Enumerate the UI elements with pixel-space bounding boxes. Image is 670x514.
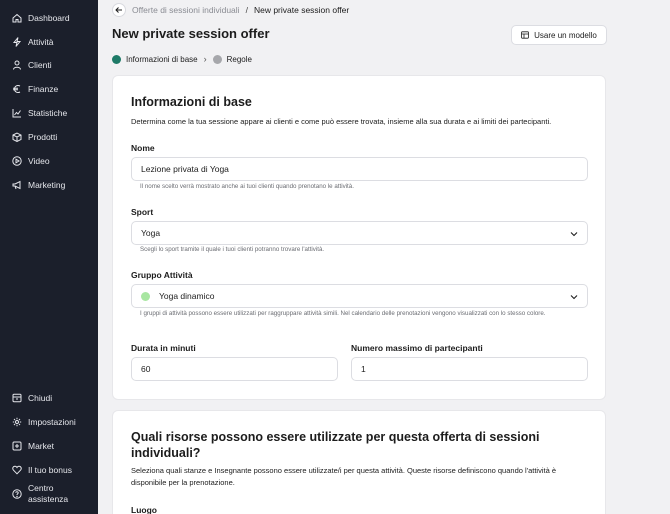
home-icon	[12, 13, 22, 23]
activity-group-label: Gruppo Attività	[131, 270, 193, 280]
basic-info-title: Informazioni di base	[131, 95, 252, 109]
activity-group-hint: I gruppi di attività possono essere util…	[140, 310, 546, 317]
sidebar-item-clienti[interactable]: Clienti	[12, 57, 52, 73]
sidebar-item-bonus[interactable]: Il tuo bonus	[12, 462, 72, 478]
page-title: New private session offer	[112, 26, 270, 41]
breadcrumb-separator: /	[245, 5, 248, 15]
max-participants-input[interactable]: 1	[351, 357, 588, 381]
sidebar-item-label: Impostazioni	[28, 417, 76, 427]
box-icon	[12, 132, 22, 142]
sidebar-item-market[interactable]: Market	[12, 438, 54, 454]
user-icon	[13, 60, 21, 70]
euro-icon	[13, 84, 21, 94]
play-icon	[12, 156, 22, 166]
step-indicator-inactive	[212, 54, 222, 64]
duration-input-value: 60	[141, 364, 151, 374]
sidebar-item-label: Video	[28, 156, 50, 166]
template-icon	[521, 31, 530, 39]
activity-group-select[interactable]: Yoga dinamico	[131, 284, 588, 308]
breadcrumb-current: New private session offer	[253, 5, 350, 15]
sidebar-item-label: Il tuo bonus	[28, 465, 72, 475]
group-color-swatch	[141, 291, 150, 301]
sidebar-item-dashboard[interactable]: Dashboard	[12, 10, 70, 26]
arrow-left-icon	[115, 7, 122, 13]
name-hint: Il nome scelto verrà mostrato anche ai t…	[140, 183, 354, 190]
sidebar-item-label: Marketing	[28, 180, 66, 190]
chevron-down-icon	[570, 232, 578, 237]
sidebar-item-attivita[interactable]: Attività	[12, 34, 54, 50]
back-button[interactable]	[112, 3, 126, 17]
sidebar-item-label: Prodotti	[28, 132, 58, 142]
sidebar-item-label: Attività	[28, 37, 54, 47]
duration-label: Durata in minuti	[131, 343, 196, 353]
name-label: Nome	[131, 143, 155, 153]
resources-card: Quali risorse possono essere utilizzate …	[112, 410, 606, 514]
breadcrumb: Offerte di sessioni individuali / New pr…	[112, 3, 349, 17]
sidebar: Dashboard Attività Clienti Finanze Stati…	[0, 0, 98, 514]
step-indicator-active	[112, 54, 121, 64]
sidebar-item-label: Clienti	[28, 60, 52, 70]
name-input-value: Lezione privata di Yoga	[141, 164, 229, 174]
location-label: Luogo	[131, 505, 157, 514]
breadcrumb-link-offers[interactable]: Offerte di sessioni individuali	[132, 5, 240, 15]
sidebar-item-assistenza[interactable]: Centro assistenza	[12, 482, 78, 506]
resources-description: Seleziona quali stanze e Insegnante poss…	[131, 466, 557, 487]
sport-label: Sport	[131, 207, 154, 217]
sidebar-item-marketing[interactable]: Marketing	[12, 177, 65, 193]
sport-select-value: Yoga	[141, 228, 161, 238]
name-input[interactable]: Lezione privata di Yoga	[131, 157, 588, 181]
chevron-down-icon	[570, 295, 578, 300]
max-participants-value: 1	[361, 364, 366, 374]
archive-icon	[12, 393, 22, 403]
step-rules[interactable]: Regole	[227, 55, 252, 64]
use-template-button[interactable]: Usare un modello	[511, 25, 607, 45]
sidebar-item-prodotti[interactable]: Prodotti	[12, 129, 57, 145]
sidebar-item-label: Dashboard	[28, 13, 70, 23]
max-participants-label: Numero massimo di partecipanti	[351, 343, 483, 353]
plus-square-icon	[12, 441, 22, 451]
chart-line-icon	[12, 109, 21, 118]
sidebar-item-chiudi[interactable]: Chiudi	[12, 390, 52, 406]
sidebar-item-impostazioni[interactable]: Impostazioni	[12, 414, 76, 430]
bolt-icon	[12, 37, 22, 47]
resources-title: Quali risorse possono essere utilizzate …	[131, 430, 540, 460]
help-icon	[12, 489, 22, 499]
sport-select[interactable]: Yoga	[131, 221, 588, 245]
basic-info-card: Informazioni di base Determina come la t…	[112, 75, 606, 400]
gear-icon	[12, 417, 22, 427]
sidebar-item-statistiche[interactable]: Statistiche	[12, 105, 67, 121]
heart-icon	[12, 465, 22, 475]
sidebar-item-label: Centro assistenza	[28, 483, 69, 504]
sidebar-item-label: Finanze	[28, 84, 59, 94]
stepper: Informazioni di base › Regole	[112, 54, 252, 64]
use-template-label: Usare un modello	[534, 30, 597, 40]
sidebar-item-video[interactable]: Video	[12, 153, 50, 169]
sidebar-item-finanze[interactable]: Finanze	[12, 81, 58, 97]
sport-hint: Scegli lo sport tramite il quale i tuoi …	[140, 246, 325, 253]
basic-info-description: Determina come la tua sessione appare ai…	[131, 117, 552, 126]
chevron-right-icon: ›	[203, 54, 207, 64]
step-basic-info[interactable]: Informazioni di base	[126, 55, 198, 64]
activity-group-value: Yoga dinamico	[159, 291, 215, 301]
main-content: Offerte di sessioni individuali / New pr…	[98, 0, 670, 514]
duration-input[interactable]: 60	[131, 357, 338, 381]
megaphone-icon	[12, 180, 21, 190]
sidebar-item-label: Statistiche	[28, 108, 68, 118]
sidebar-item-label: Market	[28, 441, 54, 451]
sidebar-item-label: Chiudi	[28, 393, 53, 403]
